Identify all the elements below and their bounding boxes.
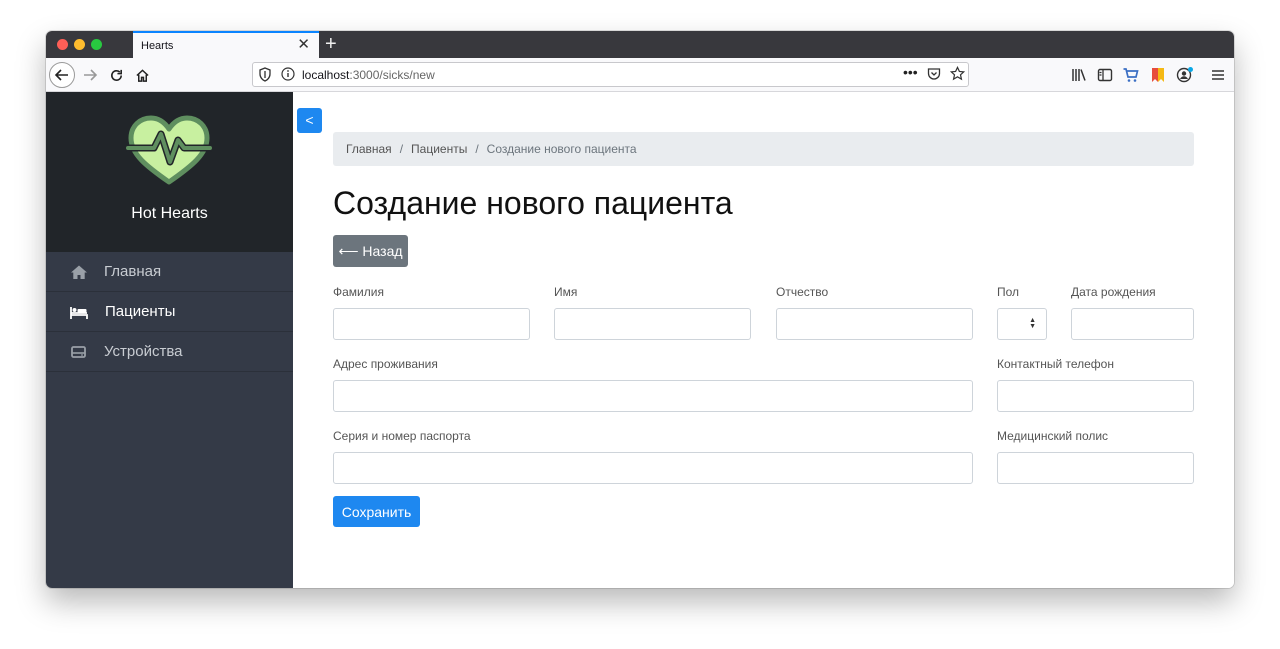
tab-strip: Hearts ✕ +	[46, 31, 1234, 58]
back-link-button[interactable]: ⟵ Назад	[333, 235, 408, 267]
page-actions-icon[interactable]: •••	[903, 64, 918, 80]
reload-icon	[110, 69, 122, 81]
phone-input[interactable]	[997, 380, 1194, 412]
birth-date-input[interactable]	[1071, 308, 1194, 340]
patronymic-label: Отчество	[776, 285, 829, 299]
info-icon[interactable]	[281, 67, 295, 81]
tab-title: Hearts	[141, 39, 174, 52]
back-button[interactable]	[49, 62, 75, 88]
breadcrumb: Главная / Пациенты / Создание нового пац…	[333, 132, 1194, 166]
url-text[interactable]: localhost:3000/sicks/new	[302, 67, 435, 83]
browser-window: Hearts ✕ + localhost:3000/sicks/new •••	[46, 31, 1234, 588]
arrow-left-icon	[54, 69, 68, 81]
address-input[interactable]	[333, 380, 973, 412]
select-arrows-icon: ▲ ▼	[1029, 317, 1036, 330]
breadcrumb-home[interactable]: Главная	[346, 142, 392, 156]
url-host: localhost	[302, 68, 350, 82]
last-name-input[interactable]	[333, 308, 530, 340]
first-name-input[interactable]	[554, 308, 751, 340]
bed-icon	[70, 307, 88, 319]
home-button[interactable]	[129, 62, 155, 88]
insurance-label: Медицинский полис	[997, 429, 1109, 443]
breadcrumb-current: Создание нового пациента	[486, 142, 637, 156]
cart-icon[interactable]	[1122, 66, 1140, 84]
home-icon	[71, 265, 87, 279]
device-icon	[71, 346, 86, 358]
breadcrumb-separator: /	[475, 142, 479, 156]
address-bar[interactable]: localhost:3000/sicks/new •••	[252, 62, 969, 87]
passport-input[interactable]	[333, 452, 973, 484]
close-window-button[interactable]	[57, 39, 68, 50]
shield-icon[interactable]	[258, 67, 272, 82]
tab-hearts[interactable]: Hearts ✕	[133, 31, 319, 58]
sidebar-toggle-icon[interactable]	[1096, 66, 1114, 84]
breadcrumb-separator: /	[399, 142, 404, 156]
new-tab-button[interactable]: +	[325, 33, 337, 55]
page-title: Создание нового пациента	[333, 185, 733, 221]
url-path: :3000/sicks/new	[349, 68, 435, 82]
minimize-window-button[interactable]	[74, 39, 85, 50]
last-name-label: Фамилия	[333, 285, 384, 299]
sidebar-item-label: Пациенты	[105, 303, 176, 320]
library-icon[interactable]	[1070, 66, 1088, 84]
sidebar-item-label: Устройства	[104, 343, 183, 360]
sidebar-item-patients[interactable]: Пациенты	[46, 292, 293, 332]
passport-label: Серия и номер паспорта	[333, 429, 471, 443]
brand-name: Hot Hearts	[131, 205, 208, 222]
bookmark-flag-icon[interactable]	[1149, 66, 1167, 84]
gender-label: Пол	[997, 285, 1020, 299]
account-icon[interactable]	[1176, 66, 1194, 84]
breadcrumb-patients[interactable]: Пациенты	[411, 142, 467, 156]
address-label: Адрес проживания	[333, 357, 438, 371]
sidebar-item-home[interactable]: Главная	[46, 252, 293, 292]
gender-select[interactable]: ▲ ▼	[997, 308, 1047, 340]
navigation-toolbar: localhost:3000/sicks/new •••	[46, 58, 1234, 92]
birth-date-label: Дата рождения	[1071, 285, 1156, 299]
main-content: < Главная / Пациенты / Создание нового п…	[293, 92, 1234, 588]
sidebar: Hot Hearts Главная Пациенты Устройства	[46, 92, 293, 588]
first-name-label: Имя	[554, 285, 578, 299]
sidebar-item-label: Главная	[104, 263, 162, 280]
patronymic-input[interactable]	[776, 308, 973, 340]
home-icon	[135, 68, 149, 82]
brand[interactable]: Hot Hearts	[46, 92, 293, 252]
menu-icon[interactable]	[1209, 66, 1227, 84]
save-button[interactable]: Сохранить	[333, 496, 420, 527]
bookmark-star-icon[interactable]	[950, 66, 965, 81]
sidebar-collapse-button[interactable]: <	[297, 108, 322, 133]
heart-logo-icon	[126, 115, 212, 185]
sidebar-item-devices[interactable]: Устройства	[46, 332, 293, 372]
phone-label: Контактный телефон	[997, 357, 1114, 371]
pocket-icon[interactable]	[927, 67, 941, 81]
maximize-window-button[interactable]	[91, 39, 102, 50]
tab-close-icon[interactable]: ✕	[297, 36, 310, 54]
arrow-right-icon	[84, 69, 98, 81]
insurance-input[interactable]	[997, 452, 1194, 484]
reload-button[interactable]	[103, 62, 129, 88]
forward-button[interactable]	[77, 62, 103, 88]
